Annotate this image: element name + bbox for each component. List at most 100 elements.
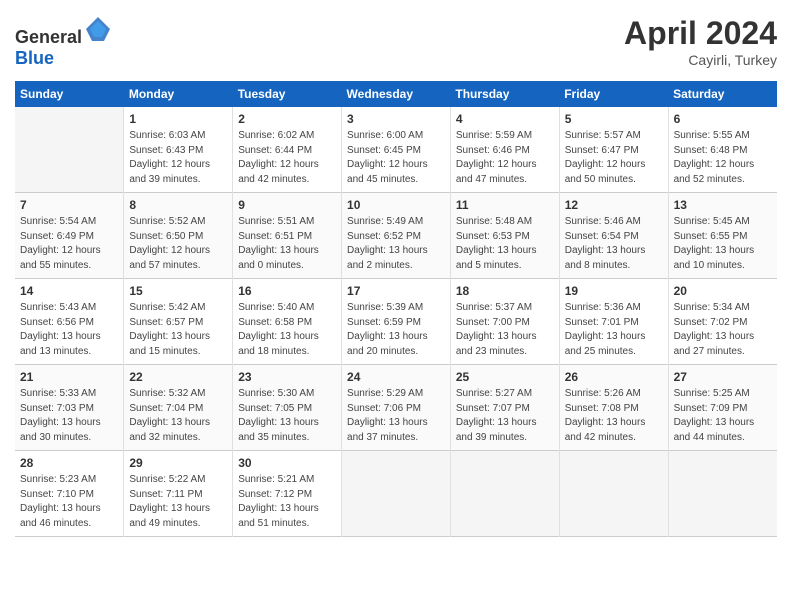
calendar-cell: 12Sunrise: 5:46 AMSunset: 6:54 PMDayligh… (559, 193, 668, 279)
day-info: Sunrise: 5:40 AMSunset: 6:58 PMDaylight:… (238, 301, 336, 359)
daylight: Daylight: 13 hours and 46 minutes. (20, 503, 101, 529)
day-number: 6 (674, 112, 772, 126)
calendar-week-1: 1Sunrise: 6:03 AMSunset: 6:43 PMDaylight… (15, 107, 777, 193)
day-info: Sunrise: 5:46 AM Sunset: 6:54 PM Daylight:… (565, 215, 663, 273)
calendar-cell: 26 Sunrise: 5:26 AMSunset: 7:08 PMDayligh… (559, 365, 668, 451)
calendar-cell: 20Sunrise: 5:34 AMSunset: 7:02 PMDayligh… (668, 279, 777, 365)
sunset: Sunset: 6:57 PM (129, 317, 203, 328)
day-number: 18 (456, 284, 554, 298)
calendar-cell: 24Sunrise: 5:29 AMSunset: 7:06 PMDayligh… (342, 365, 451, 451)
day-info: Sunrise: 5:48 AMSunset: 6:53 PMDaylight:… (456, 215, 554, 273)
sunset: Sunset: 6:55 PM (674, 231, 748, 242)
daylight: Daylight: 13 hours and 10 minutes. (674, 245, 755, 271)
day-number: 21 (20, 370, 118, 384)
day-number: 24 (347, 370, 445, 384)
sunset: Sunset: 7:05 PM (238, 403, 312, 414)
day-info: Sunrise: 5:52 AMSunset: 6:50 PMDaylight:… (129, 215, 227, 273)
daylight: Daylight: 13 hours and 27 minutes. (674, 331, 755, 357)
sunrise: Sunrise: 5:33 AM (20, 388, 96, 399)
calendar-week-4: 21 Sunrise: 5:33 AMSunset: 7:03 PMDayligh… (15, 365, 777, 451)
daylight: Daylight: 13 hours and 20 minutes. (347, 331, 428, 357)
logo-blue: Blue (15, 48, 54, 68)
daylight: Daylight: 13 hours and 5 minutes. (456, 245, 537, 271)
day-number: 11 (456, 198, 554, 212)
day-number: 29 (129, 456, 227, 470)
calendar-cell: 29Sunrise: 5:22 AMSunset: 7:11 PMDayligh… (124, 451, 233, 537)
day-info: Sunrise: 5:32 AMSunset: 7:04 PMDaylight:… (129, 387, 227, 445)
calendar-cell: 10Sunrise: 5:49 AMSunset: 6:52 PMDayligh… (342, 193, 451, 279)
weekday-header-friday: Friday (559, 81, 668, 107)
sunrise: Sunrise: 5:57 AM (565, 130, 641, 141)
page-header: General Blue April 2024 Cayirli, Turkey (15, 15, 777, 69)
sunrise: Sunrise: 6:03 AM (129, 130, 205, 141)
day-number: 5 (565, 112, 663, 126)
daylight: Daylight: 13 hours and 44 minutes. (674, 417, 755, 443)
sunrise: Sunrise: 5:43 AM (20, 302, 96, 313)
day-number: 17 (347, 284, 445, 298)
day-info: Sunrise: 5:23 AMSunset: 7:10 PMDaylight:… (20, 473, 118, 531)
daylight: Daylight: 13 hours and 32 minutes. (129, 417, 210, 443)
sunset: Sunset: 6:47 PM (565, 145, 639, 156)
calendar-cell: 25Sunrise: 5:27 AMSunset: 7:07 PMDayligh… (450, 365, 559, 451)
sunrise: Sunrise: 5:34 AM (674, 302, 750, 313)
calendar-cell: 28Sunrise: 5:23 AMSunset: 7:10 PMDayligh… (15, 451, 124, 537)
daylight: Daylight: 13 hours and 51 minutes. (238, 503, 319, 529)
sunrise: Sunrise: 5:39 AM (347, 302, 423, 313)
calendar-cell (450, 451, 559, 537)
sunset: Sunset: 7:12 PM (238, 489, 312, 500)
day-info: Sunrise: 5:33 AMSunset: 7:03 PMDaylight:… (20, 387, 118, 445)
daylight: Daylight: 13 hours and 23 minutes. (456, 331, 537, 357)
day-number: 27 (674, 370, 772, 384)
calendar-cell: 3Sunrise: 6:00 AMSunset: 6:45 PMDaylight… (342, 107, 451, 193)
day-number: 15 (129, 284, 227, 298)
sunset: Sunset: 6:50 PM (129, 231, 203, 242)
daylight: Daylight: 13 hours and 8 minutes. (565, 245, 646, 271)
calendar-cell: 5 Sunrise: 5:57 AM Sunset: 6:47 PM Daylight… (559, 107, 668, 193)
month-title: April 2024 (624, 15, 777, 52)
daylight: Daylight: 12 hours and 39 minutes. (129, 159, 210, 185)
title-block: April 2024 Cayirli, Turkey (624, 15, 777, 68)
calendar-cell: 14Sunrise: 5:43 AMSunset: 6:56 PMDayligh… (15, 279, 124, 365)
sunrise: Sunrise: 5:30 AM (238, 388, 314, 399)
sunrise: Sunrise: 5:55 AM (674, 130, 750, 141)
day-info: Sunrise: 5:42 AMSunset: 6:57 PMDaylight:… (129, 301, 227, 359)
daylight: Daylight: 13 hours and 2 minutes. (347, 245, 428, 271)
day-info: Sunrise: 5:34 AM Sunset: 7:02 PM Daylight:… (674, 301, 772, 359)
daylight: Daylight: 12 hours and 50 minutes. (565, 159, 646, 185)
sunrise: Sunrise: 6:02 AM (238, 130, 314, 141)
sunset: Sunset: 7:09 PM (674, 403, 748, 414)
calendar-cell: 23 Sunrise: 5:30 AM Sunset: 7:05 PM Dayligh… (233, 365, 342, 451)
day-number: 10 (347, 198, 445, 212)
sunrise: Sunrise: 5:32 AM (129, 388, 205, 399)
sunrise: Sunrise: 5:36 AM (565, 302, 641, 313)
daylight: Daylight: 13 hours and 37 minutes. (347, 417, 428, 443)
weekday-header-sunday: Sunday (15, 81, 124, 107)
day-number: 26 (565, 370, 663, 384)
sunrise: Sunrise: 5:21 AM (238, 474, 314, 485)
day-info: Sunrise: 5:21 AM Sunset: 7:12 PM Daylight:… (238, 473, 336, 531)
calendar-cell: 2Sunrise: 6:02 AMSunset: 6:44 PMDaylight… (233, 107, 342, 193)
day-info: Sunrise: 5:26 AMSunset: 7:08 PMDaylight:… (565, 387, 663, 445)
daylight: Daylight: 13 hours and 15 minutes. (129, 331, 210, 357)
day-number: 4 (456, 112, 554, 126)
sunset: Sunset: 6:58 PM (238, 317, 312, 328)
logo-icon (84, 15, 112, 43)
day-info: Sunrise: 5:54 AMSunset: 6:49 PMDaylight:… (20, 215, 118, 273)
sunset: Sunset: 7:02 PM (674, 317, 748, 328)
day-number: 19 (565, 284, 663, 298)
day-number: 22 (129, 370, 227, 384)
day-info: Sunrise: 5:30 AM Sunset: 7:05 PM Daylight:… (238, 387, 336, 445)
calendar-table: SundayMondayTuesdayWednesdayThursdayFrid… (15, 81, 777, 537)
day-number: 23 (238, 370, 336, 384)
daylight: Daylight: 13 hours and 35 minutes. (238, 417, 319, 443)
day-info: Sunrise: 5:57 AM Sunset: 6:47 PM Daylight:… (565, 129, 663, 187)
sunset: Sunset: 6:54 PM (565, 231, 639, 242)
calendar-week-3: 14Sunrise: 5:43 AMSunset: 6:56 PMDayligh… (15, 279, 777, 365)
sunrise: Sunrise: 5:23 AM (20, 474, 96, 485)
sunrise: Sunrise: 5:52 AM (129, 216, 205, 227)
sunrise: Sunrise: 5:46 AM (565, 216, 641, 227)
logo: General Blue (15, 15, 112, 69)
calendar-week-5: 28Sunrise: 5:23 AMSunset: 7:10 PMDayligh… (15, 451, 777, 537)
day-info: Sunrise: 5:55 AMSunset: 6:48 PMDaylight:… (674, 129, 772, 187)
sunset: Sunset: 7:07 PM (456, 403, 530, 414)
